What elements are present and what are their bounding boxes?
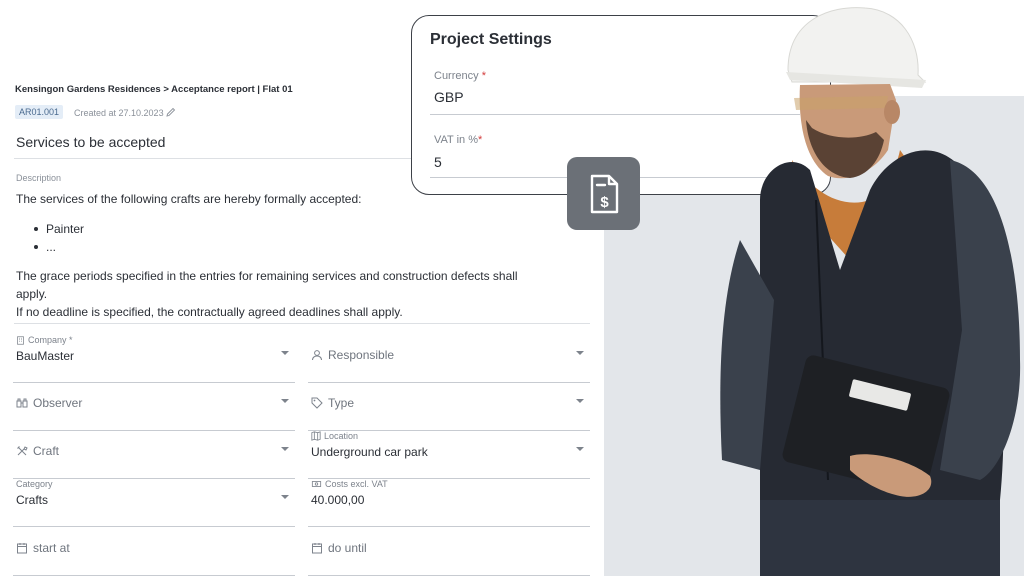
craft-placeholder: Craft (16, 444, 59, 458)
location-select[interactable]: Location Underground car park (308, 431, 590, 479)
tag-icon (311, 397, 323, 409)
settings-title: Project Settings (430, 31, 552, 48)
required-marker: * (478, 134, 483, 146)
list-item: ... (34, 238, 84, 256)
costs-label-text: Costs excl. VAT (325, 479, 388, 489)
costs-value: 40.000,00 (311, 493, 365, 507)
type-placeholder: Type (311, 396, 354, 410)
report-id-badge: AR01.001 (15, 105, 64, 119)
responsible-placeholder: Responsible (311, 348, 394, 362)
calendar-icon (17, 543, 27, 554)
company-label-text: Company * (28, 335, 73, 345)
location-value: Underground car park (311, 445, 428, 459)
description-intro: The services of the following crafts are… (16, 192, 362, 206)
location-label: Location (311, 431, 358, 441)
category-value: Crafts (16, 493, 49, 507)
binoculars-icon (16, 398, 28, 408)
company-label: Company * (16, 335, 73, 345)
invoice-dollar-icon: $ (590, 174, 618, 213)
created-date: Created at 27.10.2023 (74, 107, 176, 118)
location-label-text: Location (324, 431, 359, 441)
chevron-down-icon (281, 495, 289, 499)
description-deadline-note: If no deadline is specified, the contrac… (16, 305, 403, 319)
construction-worker-image (720, 7, 1021, 576)
currency-label-text: Currency (434, 70, 479, 82)
chevron-down-icon (281, 447, 289, 451)
until-placeholder-text: do until (328, 541, 367, 555)
until-placeholder: do until (311, 541, 367, 555)
description-paragraph-line: The grace periods specified in the entri… (16, 269, 518, 283)
chevron-down-icon (576, 351, 584, 355)
currency-label: Currency * (434, 70, 486, 82)
responsible-placeholder-text: Responsible (328, 348, 395, 362)
chevron-down-icon (281, 351, 289, 355)
pencil-icon[interactable] (165, 107, 176, 117)
type-placeholder-text: Type (328, 396, 355, 410)
chevron-down-icon (576, 447, 584, 451)
observer-placeholder: Observer (16, 396, 82, 410)
costs-input[interactable]: Costs excl. VAT 40.000,00 (308, 479, 590, 527)
company-value: BauMaster (16, 349, 75, 363)
svg-text:$: $ (600, 194, 609, 211)
company-select[interactable]: Company * BauMaster (13, 335, 295, 383)
created-date-text: Created at 27.10.2023 (74, 108, 164, 118)
observer-placeholder-text: Observer (33, 396, 83, 410)
cash-icon (311, 481, 322, 487)
breadcrumb[interactable]: Kensingon Gardens Residences > Acceptanc… (15, 84, 293, 95)
list-item: Painter (34, 220, 84, 238)
start-placeholder: start at (16, 541, 70, 555)
section-title: Services to be accepted (16, 134, 166, 150)
currency-field[interactable]: GBP (434, 89, 464, 105)
start-placeholder-text: start at (33, 541, 70, 555)
description-label: Description (16, 173, 62, 183)
invoice-badge: $ (567, 157, 640, 230)
vat-field[interactable]: 5 (434, 154, 442, 170)
required-marker: * (481, 70, 486, 82)
vat-label-text: VAT in % (434, 134, 479, 146)
description-paragraph-line: apply. (16, 287, 48, 301)
observer-select[interactable]: Observer (13, 383, 295, 431)
divider (14, 323, 590, 324)
costs-label: Costs excl. VAT (311, 479, 388, 489)
tools-icon (17, 446, 28, 456)
chevron-down-icon (281, 399, 289, 403)
craft-placeholder-text: Craft (33, 444, 60, 458)
responsible-select[interactable]: Responsible (308, 335, 590, 383)
building-icon (17, 335, 24, 345)
until-date-input[interactable]: do until (308, 528, 590, 576)
craft-select[interactable]: Craft (13, 431, 295, 479)
start-date-input[interactable]: start at (13, 528, 295, 576)
category-select[interactable]: Category Crafts (13, 479, 295, 527)
type-select[interactable]: Type (308, 383, 590, 431)
craft-bullet-list: Painter ... (34, 220, 84, 256)
category-label: Category (16, 479, 53, 489)
calendar-icon (312, 543, 322, 554)
map-icon (311, 431, 321, 441)
person-icon (312, 350, 322, 361)
chevron-down-icon (576, 399, 584, 403)
vat-label: VAT in %* (434, 134, 482, 146)
